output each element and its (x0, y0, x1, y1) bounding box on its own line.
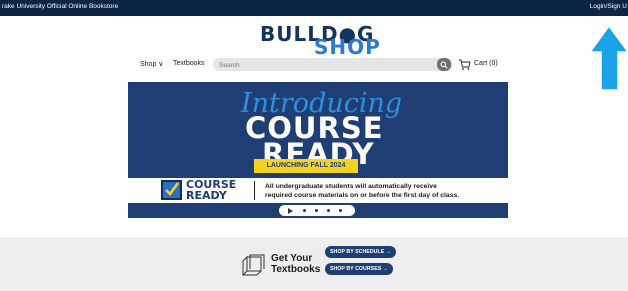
checkbox-icon (161, 180, 182, 200)
course-ready-description: All undergraduate students will automati… (265, 182, 459, 200)
main-nav: Shop ∨ Textbooks Cart (0) (0, 58, 628, 72)
carousel-dot[interactable] (303, 209, 306, 212)
carousel-pagination (279, 205, 355, 216)
carousel-controls (128, 203, 508, 218)
search-icon (440, 61, 448, 69)
bulldog-shop-logo[interactable]: BULLD●G SHOP (260, 22, 380, 59)
search-bar (213, 58, 453, 71)
top-bar: rake University Official Online Bookstor… (0, 0, 628, 16)
logo-line-2: SHOP (314, 35, 381, 59)
description-line-1: All undergraduate students will automati… (265, 183, 437, 190)
course-ready-logo-text: COURSE READY (186, 179, 236, 201)
store-name: rake University Official Online Bookstor… (2, 3, 119, 10)
course-ready-logo-line-2: READY (186, 189, 227, 202)
banner-info-strip: COURSE READY All undergraduate students … (128, 178, 508, 203)
cart-icon (459, 59, 471, 70)
shop-by-schedule-button[interactable]: SHOP BY SCHEDULE → (325, 246, 396, 258)
heading-line-1: Get Your (271, 253, 313, 264)
search-button[interactable] (437, 58, 451, 71)
divider (254, 181, 255, 200)
shop-by-courses-button[interactable]: SHOP BY COURSES → (325, 263, 393, 275)
carousel-dot[interactable] (315, 209, 318, 212)
heading-line-2: Textbooks (271, 264, 321, 275)
play-icon[interactable] (288, 208, 293, 214)
get-your-textbooks-heading: Get Your Textbooks (271, 253, 320, 275)
login-link[interactable]: Login/Sign U (590, 3, 627, 10)
nav-textbooks[interactable]: Textbooks (173, 60, 205, 67)
arrow-up-icon (590, 26, 628, 90)
cart-label: Cart (0) (474, 60, 498, 67)
book-icon (242, 254, 265, 277)
carousel-dot[interactable] (339, 209, 342, 212)
search-input[interactable] (219, 60, 429, 70)
nav-shop-menu[interactable]: Shop ∨ (140, 60, 163, 68)
course-ready-banner[interactable]: Introducing COURSE READY LAUNCHING FALL … (128, 82, 508, 218)
launch-badge: LAUNCHING FALL 2024 (254, 159, 358, 173)
description-line-2: required course materials on or before t… (265, 192, 460, 199)
carousel-dot[interactable] (327, 209, 330, 212)
